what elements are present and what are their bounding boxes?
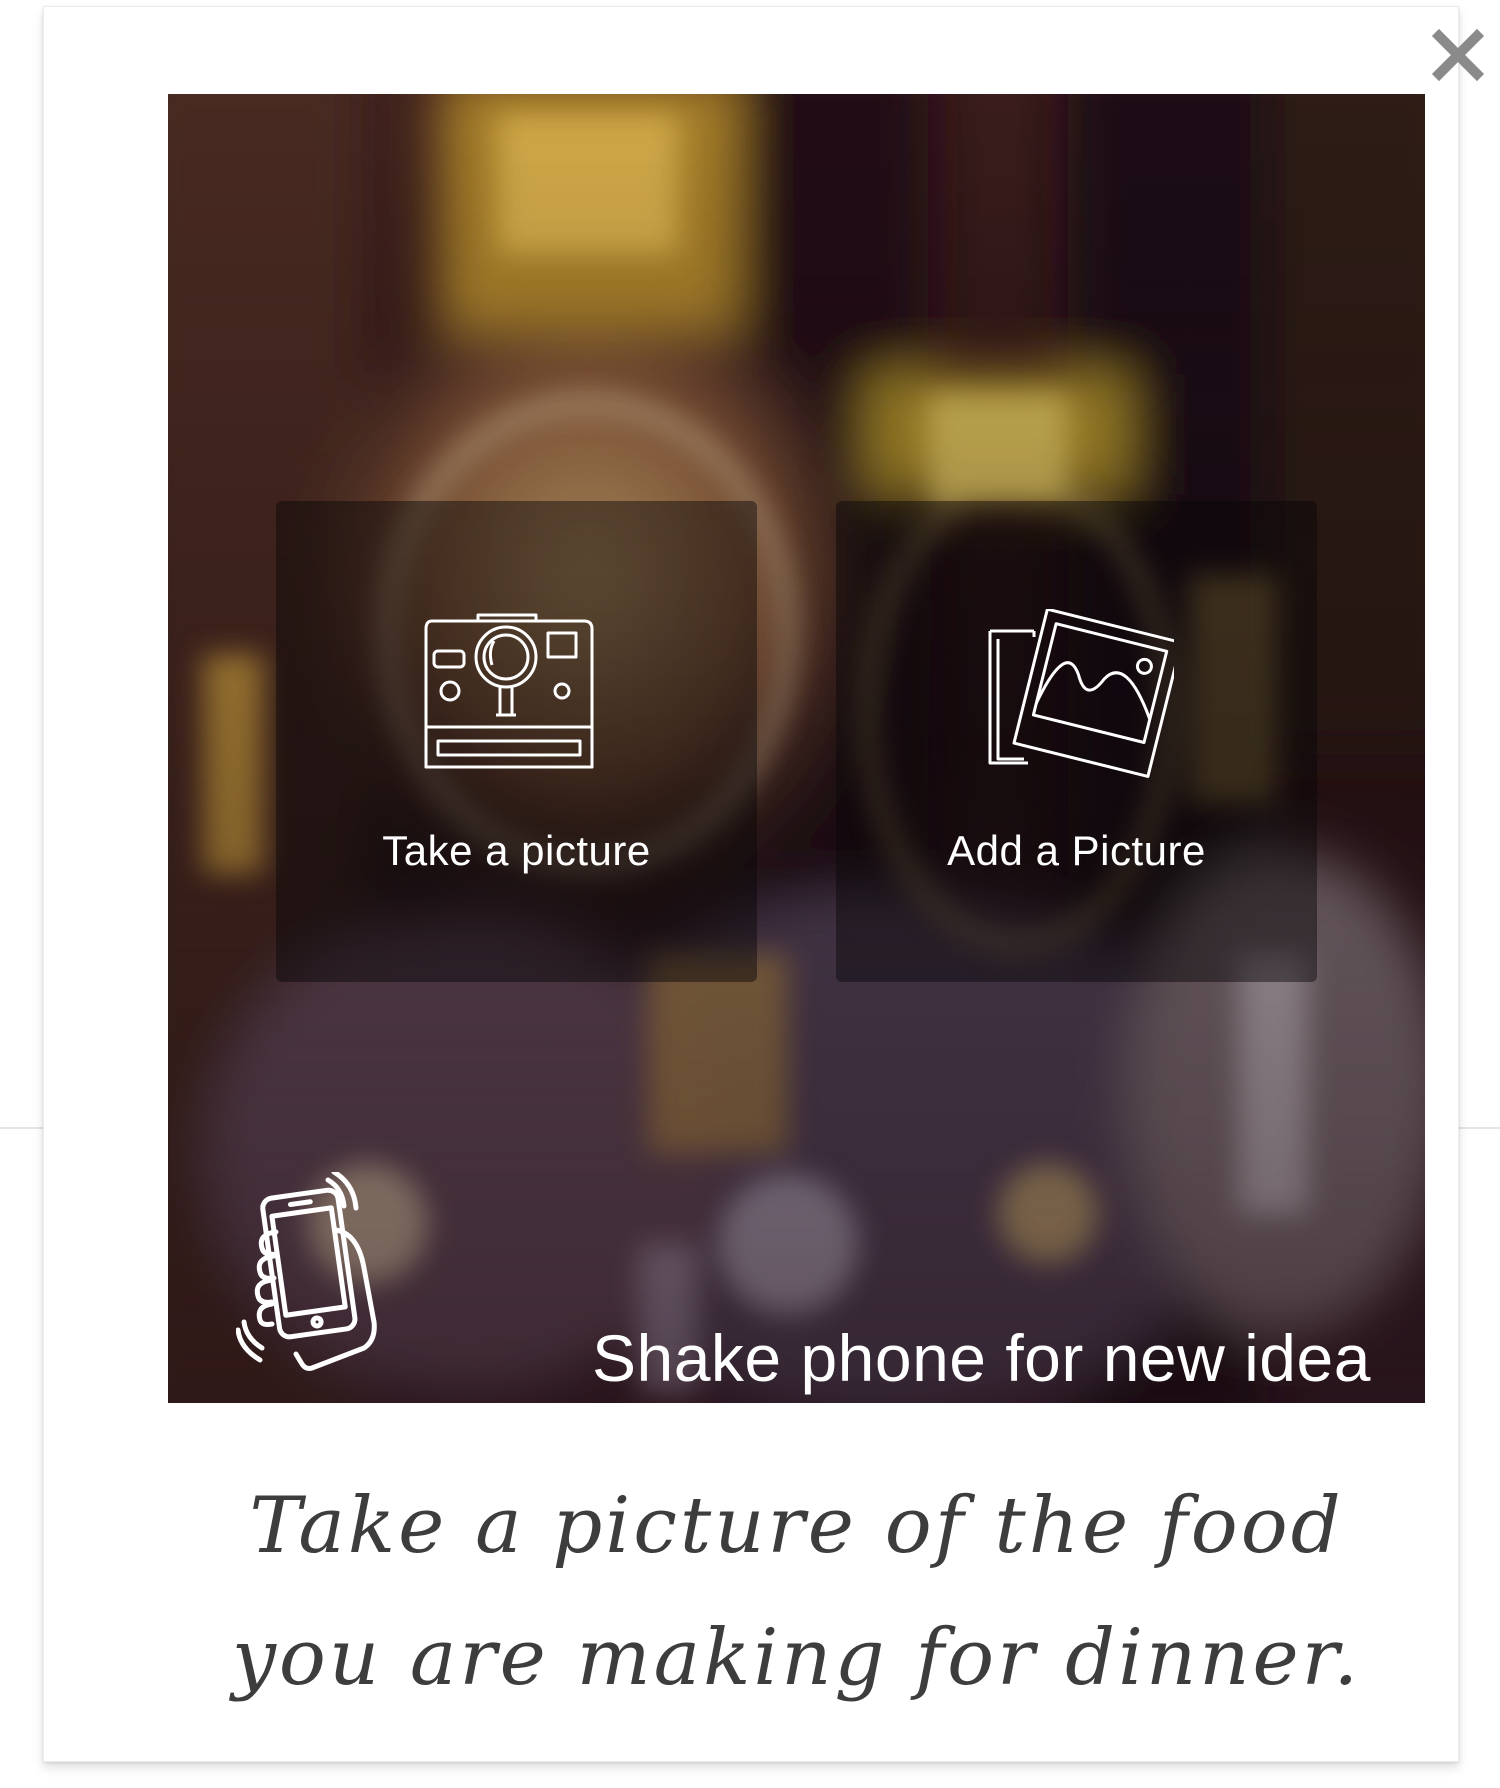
add-picture-button[interactable]: Add a Picture (836, 501, 1317, 982)
add-picture-label: Add a Picture (947, 827, 1206, 874)
take-picture-label: Take a picture (382, 827, 651, 874)
background-divider-right (1458, 1127, 1500, 1129)
idea-card-dialog: Take a picture Add a Picture Shake phone… (43, 6, 1485, 1762)
shake-hint-text: Shake phone for new idea (592, 1321, 1371, 1395)
close-button[interactable] (1430, 27, 1486, 83)
instant-camera-icon (424, 613, 594, 769)
close-x-icon (1431, 28, 1485, 82)
shake-hint: Shake phone for new idea (236, 1172, 1386, 1395)
idea-caption: Take a picture of the food you are makin… (231, 1481, 1362, 1703)
shake-phone-icon (236, 1172, 377, 1371)
background-divider-left (0, 1127, 44, 1129)
take-picture-button[interactable]: Take a picture (276, 501, 757, 982)
background-photo: Take a picture Add a Picture Shake phone… (168, 94, 1425, 1403)
photo-stack-icon (988, 609, 1174, 778)
